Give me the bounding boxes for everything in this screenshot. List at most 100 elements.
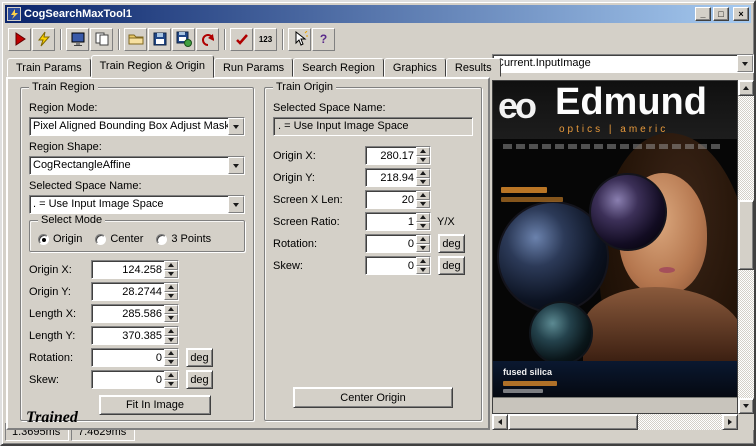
- spin-down-icon[interactable]: [164, 269, 178, 278]
- spin-up-icon[interactable]: [416, 169, 430, 178]
- length-x-spinner: [91, 304, 179, 323]
- origin-y-input[interactable]: [92, 283, 164, 300]
- region-shape-value: CogRectangleAffine: [33, 159, 131, 171]
- fit-in-image-button[interactable]: Fit In Image: [99, 395, 211, 415]
- field-row: Length X:: [29, 304, 245, 323]
- spin-up-icon[interactable]: [164, 327, 178, 336]
- open-button[interactable]: [124, 27, 147, 51]
- length-x-input[interactable]: [92, 305, 164, 322]
- title-bar[interactable]: CogSearchMaxTool1 _ □ ×: [5, 5, 751, 23]
- spin-down-icon[interactable]: [416, 243, 430, 252]
- spin-up-icon[interactable]: [164, 283, 178, 292]
- pointer-button[interactable]: [288, 27, 311, 51]
- region-mode-combo[interactable]: Pixel Aligned Bounding Box Adjust Mask: [29, 117, 245, 136]
- radio-center[interactable]: Center: [95, 233, 143, 245]
- to-origin-x-input[interactable]: [366, 147, 416, 164]
- tab-graphics[interactable]: Graphics: [383, 58, 446, 77]
- screen-ratio-input[interactable]: [366, 213, 416, 230]
- length-y-input[interactable]: [92, 327, 164, 344]
- spin-up-icon[interactable]: [416, 213, 430, 222]
- dropdown-button[interactable]: [737, 55, 753, 72]
- length-y-spinner: [91, 326, 179, 345]
- region-mode-value: Pixel Aligned Bounding Box Adjust Mask: [33, 120, 228, 132]
- numeric-results-button[interactable]: 123: [254, 27, 277, 51]
- results-button[interactable]: [230, 27, 253, 51]
- spin-down-icon[interactable]: [164, 313, 178, 322]
- spin-down-icon[interactable]: [416, 265, 430, 274]
- screen-x-len-label: Screen X Len:: [273, 193, 343, 206]
- screen-x-len-spinner: [365, 190, 431, 209]
- field-row: Screen Ratio: Y/X: [273, 212, 473, 231]
- deg-button[interactable]: deg: [186, 370, 213, 389]
- rotation-spinner: [91, 348, 179, 367]
- radio-center-label: Center: [110, 233, 144, 245]
- radio-3points[interactable]: 3 Points: [156, 233, 211, 245]
- skew-input[interactable]: [92, 371, 164, 388]
- tab-run-params[interactable]: Run Params: [213, 58, 294, 77]
- help-button[interactable]: ?: [312, 27, 335, 51]
- spin-down-icon[interactable]: [164, 291, 178, 300]
- spin-up-icon[interactable]: [416, 147, 430, 156]
- deg-button[interactable]: deg: [186, 348, 213, 367]
- spin-up-icon[interactable]: [164, 305, 178, 314]
- dropdown-button[interactable]: [228, 118, 244, 135]
- close-icon[interactable]: ×: [733, 7, 749, 21]
- cover-fine-print: [503, 144, 723, 149]
- selected-space-combo[interactable]: . = Use Input Image Space: [29, 195, 245, 214]
- region-mode-label: Region Mode:: [29, 102, 98, 114]
- spin-down-icon[interactable]: [416, 199, 430, 208]
- dropdown-button[interactable]: [228, 157, 244, 174]
- live-display-button[interactable]: [66, 27, 89, 51]
- image-viewport[interactable]: eo Edmund optics | americ fused silica: [492, 80, 738, 414]
- folder-open-icon: [128, 34, 143, 45]
- to-rotation-input[interactable]: [366, 235, 416, 252]
- reset-button[interactable]: [196, 27, 219, 51]
- spin-up-icon[interactable]: [416, 235, 430, 244]
- cover-text-bar: [503, 381, 557, 386]
- deg-button[interactable]: deg: [438, 256, 465, 275]
- scroll-down-button[interactable]: [738, 398, 754, 414]
- region-shape-combo[interactable]: CogRectangleAffine: [29, 156, 245, 175]
- minimize-icon[interactable]: _: [695, 7, 711, 21]
- origin-x-label: Origin X:: [29, 263, 72, 276]
- dropdown-button[interactable]: [228, 196, 244, 213]
- spin-up-icon[interactable]: [164, 371, 178, 380]
- vertical-scrollbar[interactable]: [738, 80, 754, 414]
- tab-search-region[interactable]: Search Region: [293, 58, 384, 77]
- trigger-button[interactable]: [32, 27, 55, 51]
- copy-image-button[interactable]: [90, 27, 113, 51]
- spin-down-icon[interactable]: [416, 221, 430, 230]
- save-image-button[interactable]: [172, 27, 195, 51]
- spin-down-icon[interactable]: [416, 177, 430, 186]
- spin-down-icon[interactable]: [164, 379, 178, 388]
- spin-up-icon[interactable]: [416, 191, 430, 200]
- scroll-up-button[interactable]: [738, 80, 754, 96]
- spin-up-icon[interactable]: [416, 257, 430, 266]
- deg-button[interactable]: deg: [438, 234, 465, 253]
- spin-up-icon[interactable]: [164, 261, 178, 270]
- train-origin-group: Train Origin Selected Space Name: . = Us…: [264, 81, 482, 421]
- radio-origin[interactable]: Origin: [38, 233, 82, 245]
- to-origin-y-input[interactable]: [366, 169, 416, 186]
- length-y-label: Length Y:: [29, 329, 76, 342]
- origin-y-spinner: [365, 168, 431, 187]
- tab-results[interactable]: Results: [445, 58, 501, 77]
- image-selector-combo[interactable]: Current.InputImage: [492, 54, 754, 73]
- origin-x-spinner: [91, 260, 179, 279]
- save-button[interactable]: [148, 27, 171, 51]
- spin-down-icon[interactable]: [416, 155, 430, 164]
- maximize-icon[interactable]: □: [713, 7, 729, 21]
- run-button[interactable]: [8, 27, 31, 51]
- origin-x-input[interactable]: [92, 261, 164, 278]
- rotation-input[interactable]: [92, 349, 164, 366]
- spin-up-icon[interactable]: [164, 349, 178, 358]
- tab-train-region-origin[interactable]: Train Region & Origin: [90, 55, 214, 78]
- toolbar-separator: [282, 28, 284, 50]
- center-origin-button[interactable]: Center Origin: [293, 387, 453, 408]
- spin-down-icon[interactable]: [164, 357, 178, 366]
- spin-down-icon[interactable]: [164, 335, 178, 344]
- screen-x-len-input[interactable]: [366, 191, 416, 208]
- vertical-scrollbar-thumb[interactable]: [738, 200, 754, 270]
- to-skew-input[interactable]: [366, 257, 416, 274]
- tab-train-params[interactable]: Train Params: [7, 58, 91, 77]
